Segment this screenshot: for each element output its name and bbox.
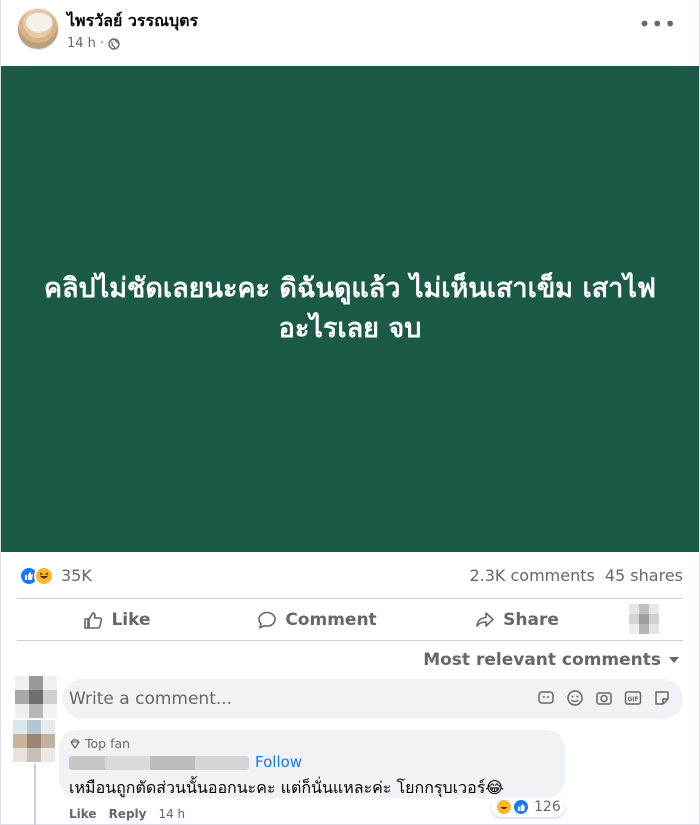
thumbs-up-icon [84,612,103,629]
comment-label: Comment [285,610,377,630]
post-card: ไพรวัลย์ วรรณบุตร 14 h · ••• คลิปไม่ชัดเ… [0,0,700,825]
share-label: Share [503,610,559,630]
post-time[interactable]: 14 h [67,36,96,51]
comment-bubble: Top fan Follow เหมือนถูกตัดส่วนนั้นออกนะ… [59,730,565,798]
gif-icon[interactable]: GIF [623,688,642,707]
globe-icon [108,37,120,50]
comment-reactions[interactable]: 126 [491,797,565,817]
top-fan-label: Top fan [85,736,131,751]
comment-reaction-count: 126 [534,799,561,815]
author-name[interactable]: ไพรวัลย์ วรรณบุตร [67,9,198,34]
share-icon [476,612,494,627]
like-reaction-icon [512,798,530,816]
current-user-avatar [15,676,57,718]
divider [17,640,683,641]
comment-icon [258,611,277,629]
post-image[interactable]: คลิปไม่ชัดเลยนะคะ ดิฉันดูแล้ว ไม่เห็นเสา… [1,66,699,552]
comment-button[interactable]: Comment [217,600,417,640]
commenter-name-redacted[interactable] [69,756,249,770]
more-dots-icon[interactable]: ••• [639,12,677,36]
share-button[interactable]: Share [417,600,617,640]
comment-sort-dropdown[interactable]: Most relevant comments [423,650,679,670]
author-avatar[interactable] [17,8,59,50]
top-fan-badge: Top fan [69,736,130,751]
comment-actions: Like Reply 14 h [69,807,185,821]
comment-reply-button[interactable]: Reply [109,807,147,821]
commenter-avatar[interactable] [13,720,55,762]
reaction-stats: 35K 2.3K comments 45 shares [1,560,700,592]
comment-time[interactable]: 14 h [158,807,185,821]
sticker-icon[interactable] [652,688,671,707]
haha-reaction-icon [34,566,54,586]
comment-input[interactable]: Write a comment... GIF [63,679,683,719]
emoji-icon[interactable] [565,688,584,707]
post-actions: Like Comment Share [17,600,617,640]
reactions-count[interactable]: 35K [61,566,92,585]
thread-line [34,764,36,825]
svg-text:GIF: GIF [627,696,638,703]
post-header: ไพรวัลย์ วรรณบุตร 14 h · ••• [1,0,700,66]
shares-count[interactable]: 45 shares [605,566,683,585]
post-image-text: คลิปไม่ชัดเลยนะคะ ดิฉันดูแล้ว ไม่เห็นเสา… [43,273,657,344]
follow-link[interactable]: Follow [255,753,302,771]
comment-like-button[interactable]: Like [69,807,97,821]
like-label: Like [111,610,151,630]
diamond-icon [70,738,80,749]
avatar-sticker-icon[interactable] [536,688,555,707]
reaction-icons[interactable] [19,566,54,586]
haha-reaction-icon [495,798,513,816]
divider [17,598,683,599]
like-button[interactable]: Like [17,600,217,640]
comments-shares: 2.3K comments 45 shares [469,566,683,585]
composer-tools: GIF [536,688,671,707]
comment-text: เหมือนถูกตัดส่วนนั้นออกนะคะ แต่ก็นั่นแหล… [69,778,504,797]
sort-label: Most relevant comments [423,650,661,670]
camera-icon[interactable] [594,688,613,707]
post-meta: 14 h · [67,36,120,51]
profile-switch-avatar[interactable] [629,604,659,634]
chevron-down-icon [669,657,679,663]
comment-placeholder: Write a comment... [69,689,233,709]
comments-count[interactable]: 2.3K comments [469,566,594,585]
